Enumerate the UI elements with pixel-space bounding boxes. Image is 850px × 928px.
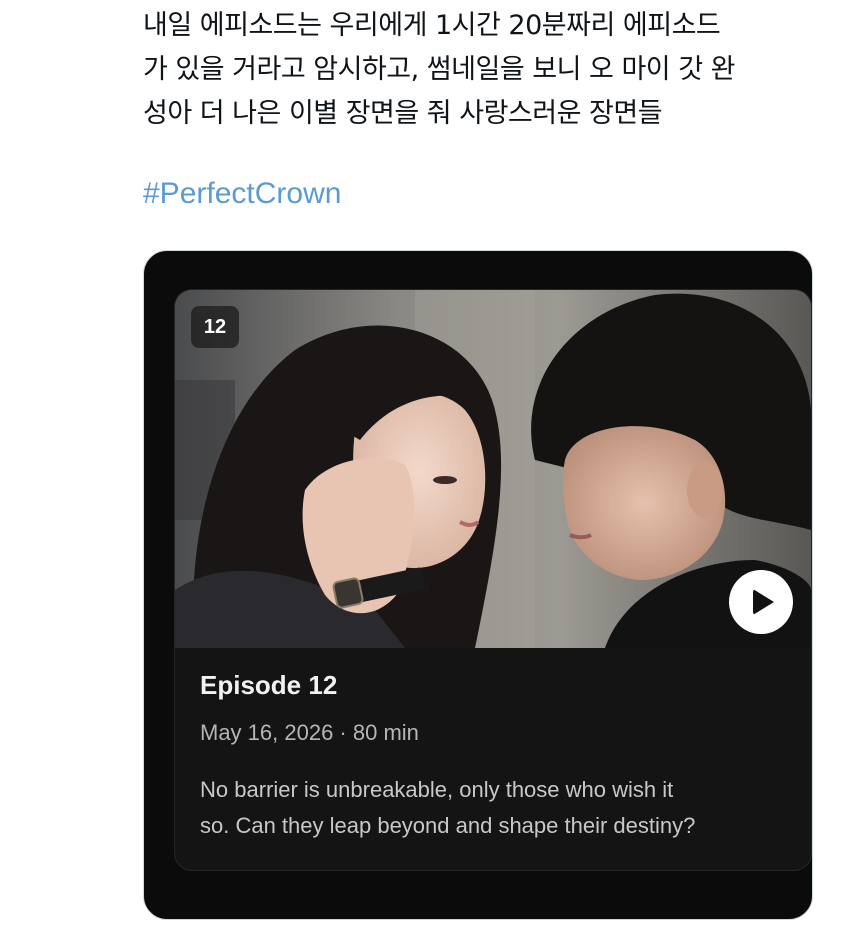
- play-icon: [753, 589, 774, 615]
- episode-description: No barrier is unbreakable, only those wh…: [200, 772, 790, 844]
- attached-screenshot[interactable]: 12 Episode 12 May 16, 2026 · 80 min No b…: [143, 250, 813, 920]
- thumbnail-image: [175, 290, 811, 648]
- hashtag-link[interactable]: #PerfectCrown: [143, 174, 833, 214]
- episode-info: Episode 12 May 16, 2026 · 80 min No barr…: [200, 668, 790, 844]
- tweet-text-line: 성아 더 나은 이별 장면을 줘 사랑스러운 장면들: [143, 98, 663, 129]
- meta-separator: ·: [333, 720, 353, 745]
- episode-number-badge: 12: [191, 306, 239, 348]
- episode-duration: 80 min: [352, 720, 419, 745]
- episode-card[interactable]: 12 Episode 12 May 16, 2026 · 80 min No b…: [174, 289, 812, 871]
- episode-title: Episode 12: [200, 670, 338, 700]
- episode-date: May 16, 2026: [200, 720, 334, 745]
- play-button[interactable]: [729, 570, 793, 634]
- tweet-text-line: 가 있을 거라고 암시하고, 썸네일을 보니 오 마이 갓 완: [143, 54, 735, 85]
- tweet-body: 내일 에피소드는 우리에게 1시간 20분짜리 에피소드 가 있을 거라고 암시…: [143, 4, 833, 214]
- tweet-text-line: 내일 에피소드는 우리에게 1시간 20분짜리 에피소드: [143, 10, 721, 41]
- episode-thumbnail[interactable]: 12: [175, 290, 811, 648]
- episode-description-line: so. Can they leap beyond and shape their…: [200, 813, 696, 838]
- episode-description-line: No barrier is unbreakable, only those wh…: [200, 777, 674, 802]
- tweet-text: 내일 에피소드는 우리에게 1시간 20분짜리 에피소드 가 있을 거라고 암시…: [143, 4, 833, 136]
- episode-meta: May 16, 2026 · 80 min: [200, 718, 790, 748]
